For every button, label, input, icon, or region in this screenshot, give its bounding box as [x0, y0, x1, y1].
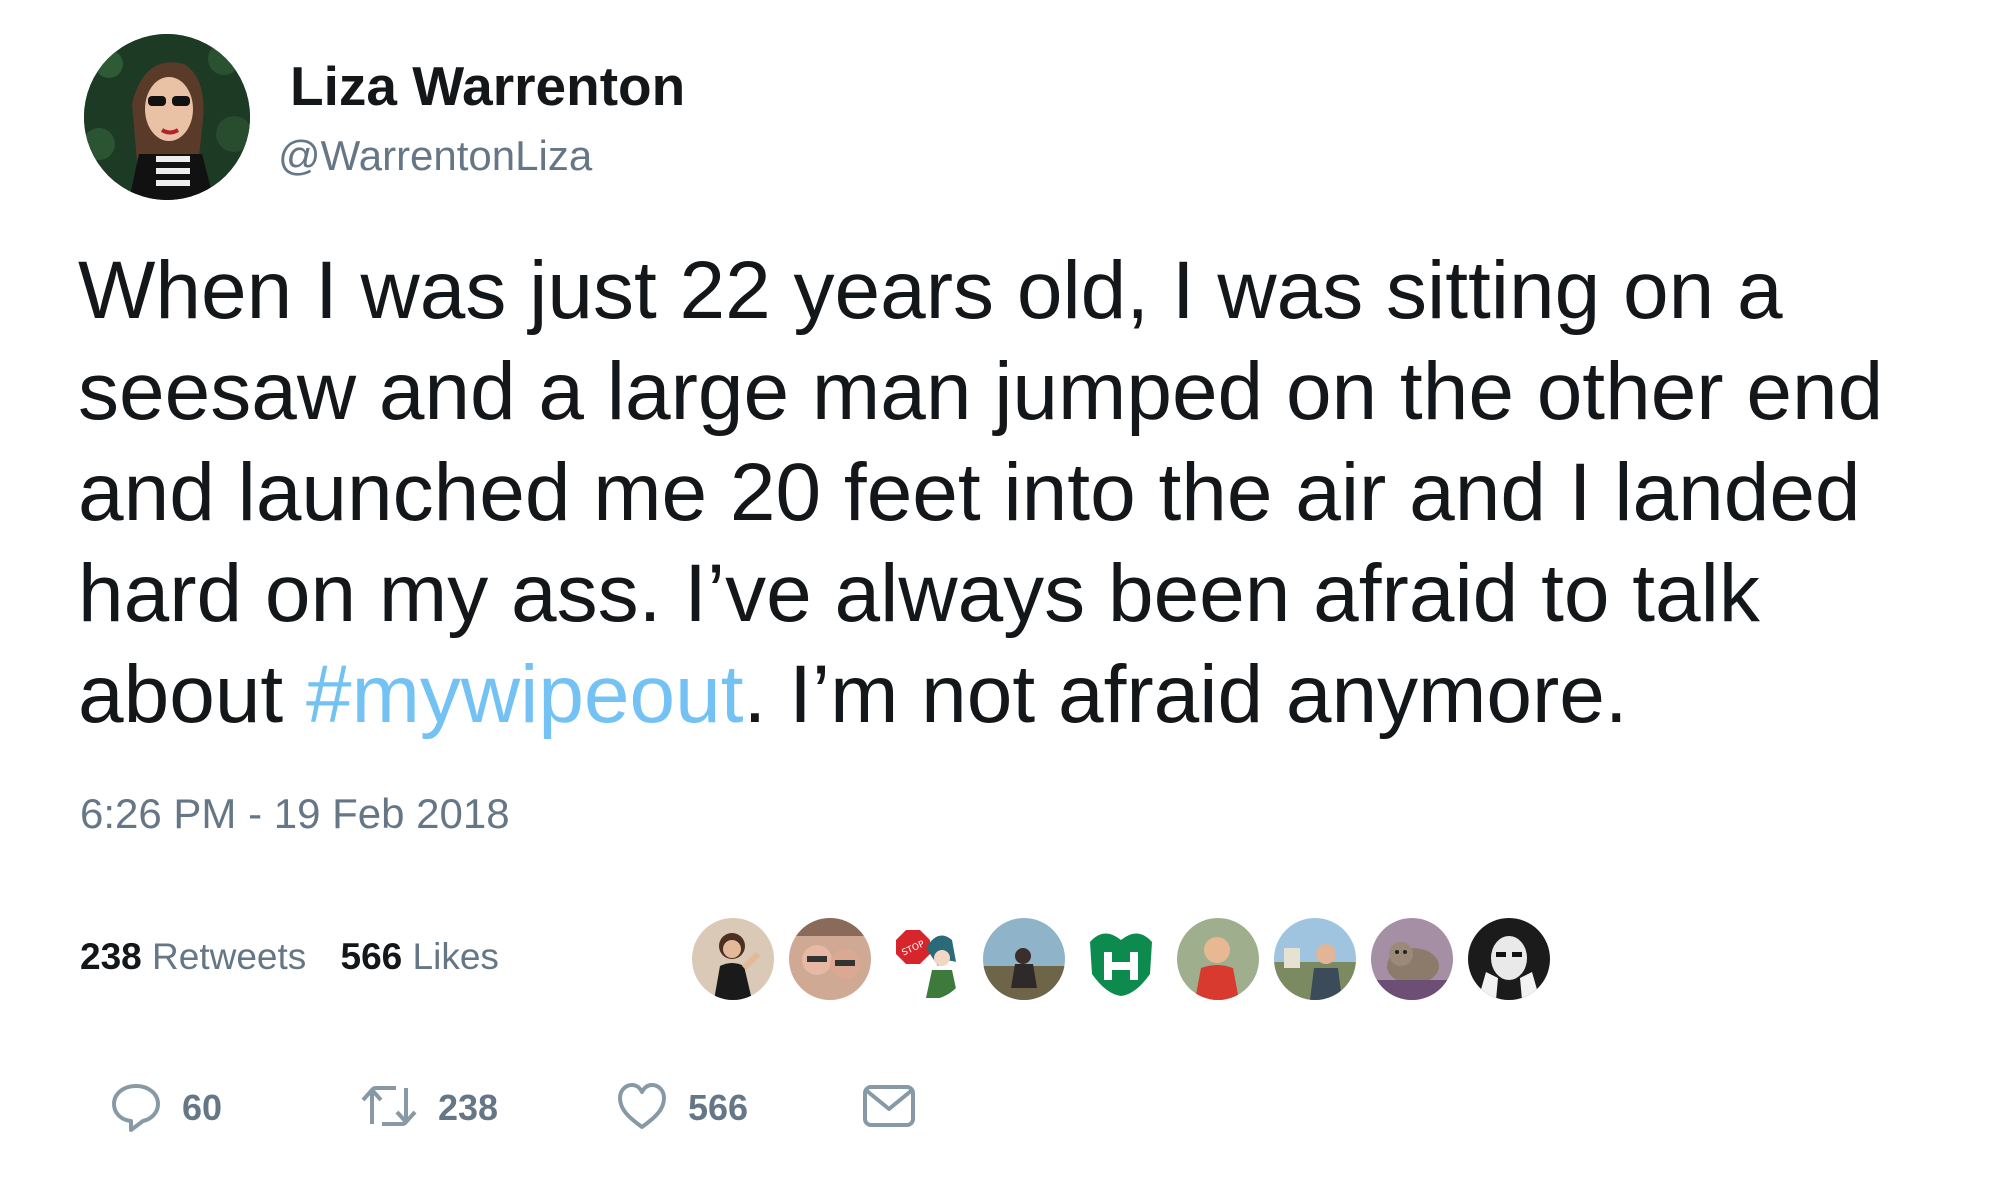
liker-avatar[interactable]: [1371, 918, 1453, 1000]
tweet-text-line: about #mywipeout. I’m not afraid anymore…: [78, 644, 1978, 745]
reply-count: 60: [182, 1087, 223, 1128]
like-icon: [616, 1081, 668, 1136]
tweet-text-segment: When I was just 22 years old, I was sitt…: [78, 245, 1783, 336]
liker-avatar[interactable]: [1274, 918, 1356, 1000]
liker-avatar[interactable]: [1468, 918, 1550, 1000]
tweet-text-line: When I was just 22 years old, I was sitt…: [78, 240, 1978, 341]
liker-avatar[interactable]: [1080, 918, 1162, 1000]
tweet-text-segment: hard on my ass. I’ve always been afraid …: [78, 548, 1760, 639]
retweets-stat[interactable]: 238 Retweets: [80, 936, 306, 978]
likes-stat-count: 566: [340, 936, 403, 977]
author-avatar[interactable]: [84, 34, 250, 200]
tweet-text-segment: . I’m not afraid anymore.: [743, 649, 1628, 740]
liker-avatar[interactable]: [789, 918, 871, 1000]
direct-message-button[interactable]: [862, 1078, 916, 1138]
hashtag-link[interactable]: #mywipeout: [306, 649, 744, 740]
tweet-text-line: and launched me 20 feet into the air and…: [78, 442, 1978, 543]
liker-avatar[interactable]: STOP: [886, 918, 968, 1000]
like-button[interactable]: 566: [616, 1078, 748, 1138]
tweet-text-segment: seesaw and a large man jumped on the oth…: [78, 346, 1884, 437]
liker-avatar[interactable]: [692, 918, 774, 1000]
tweet-text-line: hard on my ass. I’ve always been afraid …: [78, 543, 1978, 644]
like-count: 566: [688, 1087, 749, 1128]
author-handle[interactable]: @WarrentonLiza: [278, 132, 592, 180]
likes-stat-label: Likes: [412, 936, 499, 977]
author-display-name[interactable]: Liza Warrenton: [290, 54, 685, 118]
retweet-button[interactable]: 238: [360, 1078, 498, 1138]
tweet-text: When I was just 22 years old, I was sitt…: [78, 240, 1978, 745]
likes-stat[interactable]: 566 Likes: [341, 936, 499, 978]
liker-avatar[interactable]: [983, 918, 1065, 1000]
tweet-timestamp[interactable]: 6:26 PM - 19 Feb 2018: [80, 790, 510, 838]
tweet-text-line: seesaw and a large man jumped on the oth…: [78, 341, 1978, 442]
tweet-text-segment: about: [78, 649, 306, 740]
liker-avatar[interactable]: [1177, 918, 1259, 1000]
retweet-count: 238: [438, 1087, 499, 1128]
retweets-stat-label: Retweets: [152, 936, 307, 977]
engagement-stats: 238 Retweets 566 Likes: [80, 936, 523, 978]
retweets-stat-count: 238: [80, 936, 142, 977]
reply-button[interactable]: 60: [110, 1078, 222, 1138]
direct-message-icon: [862, 1083, 916, 1134]
retweet-icon: [360, 1080, 418, 1137]
tweet-text-segment: and launched me 20 feet into the air and…: [78, 447, 1861, 538]
reply-icon: [110, 1080, 162, 1137]
